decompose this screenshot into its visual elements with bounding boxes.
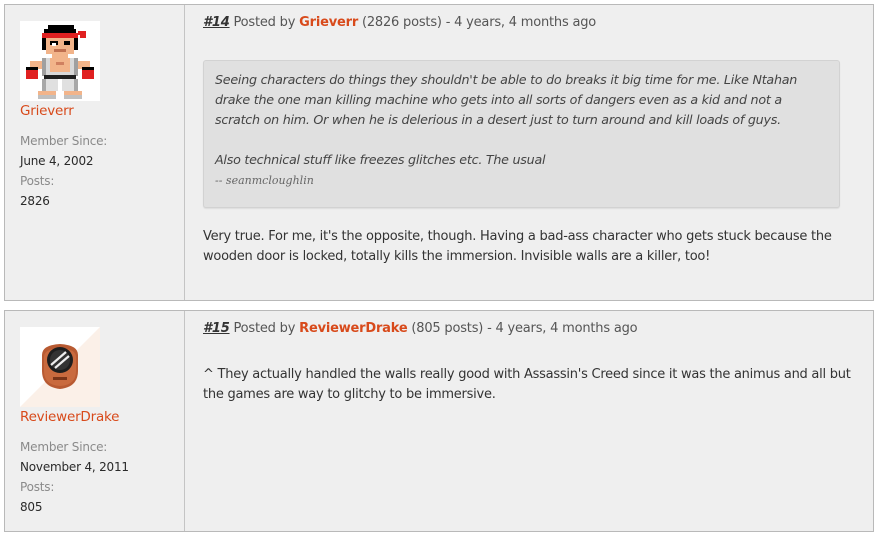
posted-by-label: Posted by (233, 321, 296, 336)
posts-count-value: 805 (20, 500, 43, 514)
quote-paragraph: Also technical stuff like freezes glitch… (215, 152, 546, 167)
posts-count-value: 2826 (20, 194, 50, 208)
posted-by-label: Posted by (233, 15, 296, 30)
post-number-link[interactable]: #14 (203, 15, 230, 30)
author-username-link[interactable]: ReviewerDrake (20, 409, 119, 425)
post-author-sidebar: ReviewerDrake Member Since: November 4, … (5, 311, 185, 531)
post-header: #15 Posted by ReviewerDrake (805 posts) … (203, 321, 638, 336)
quote-attribution: -- seanmcloughlin (215, 174, 314, 187)
posts-count-label: Posts: (20, 174, 55, 188)
post-author-link[interactable]: Grieverr (299, 15, 358, 30)
member-since-value: June 4, 2002 (20, 154, 94, 168)
post-header: #14 Posted by Grieverr (2826 posts) - 4 … (203, 15, 596, 30)
member-since-value: November 4, 2011 (20, 460, 129, 474)
quote-paragraph: Seeing characters do things they shouldn… (215, 72, 798, 127)
author-username-link[interactable]: Grieverr (20, 103, 74, 119)
member-since-label: Member Since: (20, 134, 108, 148)
post-author-sidebar: Grieverr Member Since: June 4, 2002 Post… (5, 5, 185, 300)
post-author-link[interactable]: ReviewerDrake (299, 321, 408, 336)
quote-block: Seeing characters do things they shouldn… (203, 60, 840, 208)
pixel-fighter-avatar-icon (20, 21, 100, 101)
post-body: Very true. For me, it's the opposite, th… (203, 229, 832, 264)
avatar[interactable] (20, 327, 100, 407)
forum-post: Grieverr Member Since: June 4, 2002 Post… (4, 4, 874, 301)
forum-post: ReviewerDrake Member Since: November 4, … (4, 310, 874, 532)
post-meta-text: (2826 posts) - 4 years, 4 months ago (361, 15, 597, 30)
post-body: ^ They actually handled the walls really… (203, 367, 851, 402)
posts-count-label: Posts: (20, 480, 55, 494)
sunglasses-face-avatar-icon (20, 327, 100, 407)
avatar[interactable] (20, 21, 100, 101)
post-meta-text: (805 posts) - 4 years, 4 months ago (411, 321, 638, 336)
member-since-label: Member Since: (20, 440, 108, 454)
post-number-link[interactable]: #15 (203, 321, 230, 336)
